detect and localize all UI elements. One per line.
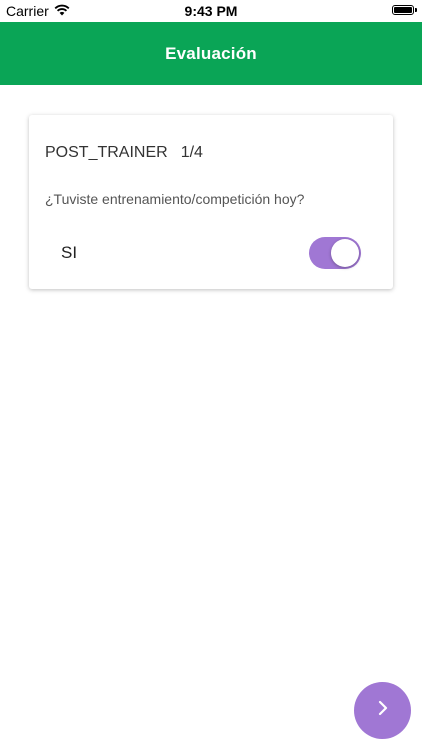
status-time: 9:43 PM xyxy=(184,3,238,19)
question-card: POST_TRAINER 1/4 ¿Tuviste entrenamiento/… xyxy=(29,115,393,289)
answer-label: SI xyxy=(61,243,78,262)
answer-row: SI xyxy=(61,235,361,271)
battery-level xyxy=(394,7,412,13)
screen: Carrier 9:43 PM Evaluación POST_TRAINER … xyxy=(0,0,422,750)
card-header: POST_TRAINER 1/4 xyxy=(45,144,203,162)
next-button[interactable] xyxy=(354,682,411,739)
question-text: ¿Tuviste entrenamiento/competición hoy? xyxy=(45,191,305,207)
app-header: Evaluación xyxy=(0,22,422,85)
answer-toggle[interactable] xyxy=(309,237,361,269)
question-progress: 1/4 xyxy=(180,144,203,161)
page-title: Evaluación xyxy=(165,43,257,63)
battery-icon xyxy=(392,5,417,15)
toggle-knob xyxy=(331,239,359,267)
status-bar: Carrier 9:43 PM xyxy=(0,0,422,22)
chevron-right-icon xyxy=(373,698,393,723)
questionnaire-code: POST_TRAINER xyxy=(45,144,168,161)
